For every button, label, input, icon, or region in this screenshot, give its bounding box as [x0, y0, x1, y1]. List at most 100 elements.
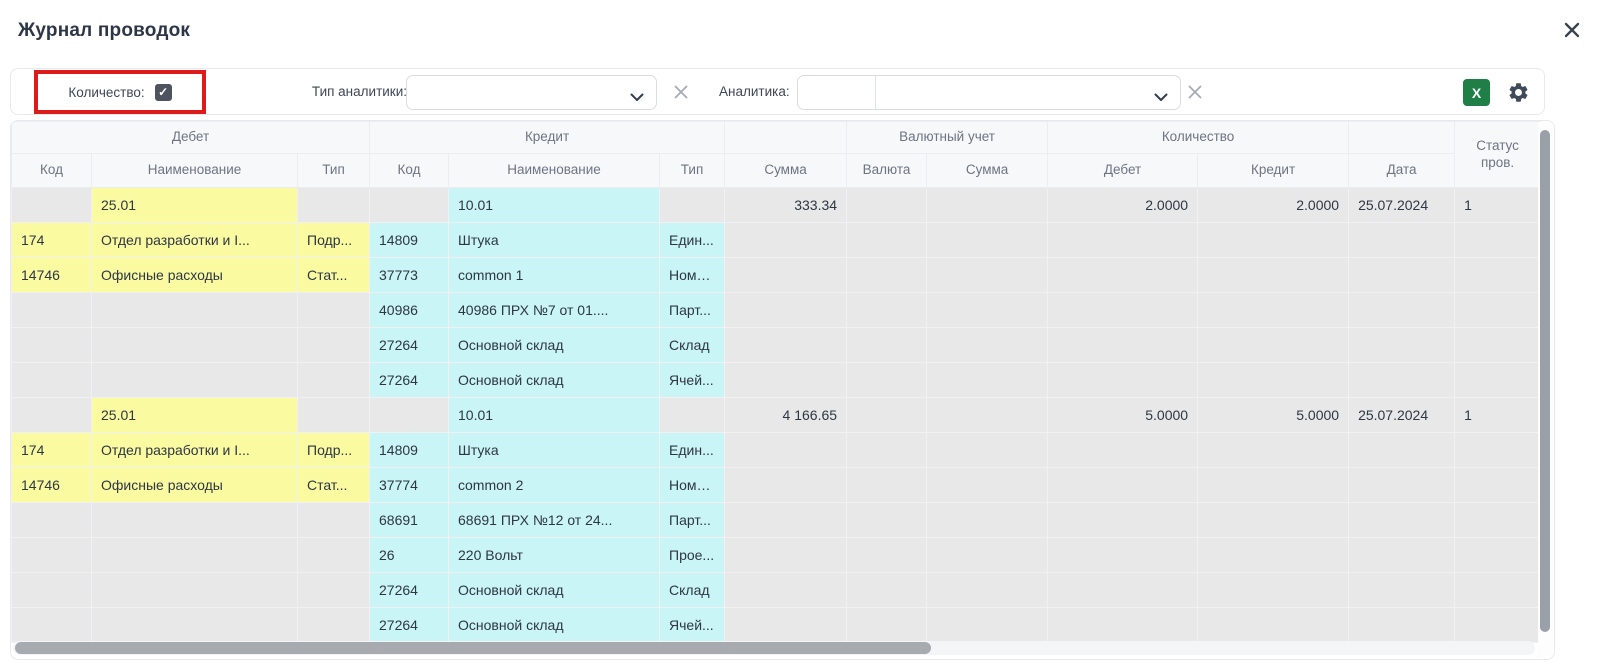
cell-date[interactable]	[1349, 258, 1455, 293]
cell-credit-name[interactable]: 10.01	[449, 188, 660, 223]
cell-debit-name[interactable]: Отдел разработки и I...	[92, 223, 298, 258]
cell-status[interactable]	[1455, 503, 1541, 538]
cell-currency[interactable]	[847, 328, 927, 363]
cell-date[interactable]: 25.07.2024	[1349, 188, 1455, 223]
cell-debit-code[interactable]	[12, 538, 92, 573]
cell-status[interactable]	[1455, 433, 1541, 468]
cell-qty-credit[interactable]	[1198, 258, 1349, 293]
cell-qty-debit[interactable]	[1048, 363, 1198, 398]
cell-status[interactable]	[1455, 608, 1541, 643]
cell-date[interactable]	[1349, 538, 1455, 573]
cell-currency-amount[interactable]	[927, 223, 1048, 258]
cell-currency-amount[interactable]	[927, 328, 1048, 363]
cell-currency[interactable]	[847, 293, 927, 328]
cell-debit-type[interactable]	[298, 188, 370, 223]
cell-credit-name[interactable]: Штука	[449, 223, 660, 258]
cell-credit-code[interactable]: 37773	[370, 258, 449, 293]
cell-currency-amount[interactable]	[927, 188, 1048, 223]
cell-credit-name[interactable]: Основной склад	[449, 328, 660, 363]
cell-debit-code[interactable]	[12, 293, 92, 328]
close-button[interactable]	[1560, 18, 1584, 42]
cell-debit-type[interactable]	[298, 328, 370, 363]
cell-debit-name[interactable]	[92, 608, 298, 643]
analytics-value-select[interactable]	[876, 76, 1180, 109]
cell-status[interactable]	[1455, 363, 1541, 398]
cell-debit-name[interactable]	[92, 328, 298, 363]
cell-currency-amount[interactable]	[927, 608, 1048, 643]
cell-credit-name[interactable]: Штука	[449, 433, 660, 468]
cell-qty-credit[interactable]	[1198, 538, 1349, 573]
cell-currency[interactable]	[847, 258, 927, 293]
cell-currency[interactable]	[847, 433, 927, 468]
cell-qty-credit[interactable]: 5.0000	[1198, 398, 1349, 433]
cell-currency[interactable]	[847, 608, 927, 643]
cell-date[interactable]	[1349, 433, 1455, 468]
cell-amount[interactable]	[725, 538, 847, 573]
cell-currency-amount[interactable]	[927, 363, 1048, 398]
cell-status[interactable]: 1	[1455, 188, 1541, 223]
cell-currency[interactable]	[847, 573, 927, 608]
cell-debit-type[interactable]	[298, 538, 370, 573]
cell-status[interactable]	[1455, 573, 1541, 608]
cell-debit-type[interactable]: Подр...	[298, 433, 370, 468]
cell-debit-type[interactable]	[298, 293, 370, 328]
cell-qty-debit[interactable]	[1048, 328, 1198, 363]
cell-qty-credit[interactable]	[1198, 328, 1349, 363]
cell-qty-debit[interactable]	[1048, 258, 1198, 293]
cell-debit-code[interactable]	[12, 573, 92, 608]
cell-debit-name[interactable]: 25.01	[92, 188, 298, 223]
cell-currency[interactable]	[847, 363, 927, 398]
cell-status[interactable]: 1	[1455, 398, 1541, 433]
cell-credit-name[interactable]: 10.01	[449, 398, 660, 433]
cell-debit-name[interactable]	[92, 538, 298, 573]
cell-qty-credit[interactable]	[1198, 503, 1349, 538]
cell-debit-code[interactable]	[12, 188, 92, 223]
cell-amount[interactable]	[725, 433, 847, 468]
cell-amount[interactable]	[725, 608, 847, 643]
cell-currency-amount[interactable]	[927, 433, 1048, 468]
clear-analytics-button[interactable]	[1187, 84, 1203, 100]
cell-currency-amount[interactable]	[927, 573, 1048, 608]
cell-debit-code[interactable]	[12, 363, 92, 398]
cell-currency[interactable]	[847, 538, 927, 573]
cell-credit-code[interactable]	[370, 398, 449, 433]
cell-date[interactable]	[1349, 328, 1455, 363]
cell-debit-type[interactable]	[298, 363, 370, 398]
horizontal-scrollbar-thumb[interactable]	[15, 642, 931, 654]
cell-qty-credit[interactable]	[1198, 468, 1349, 503]
cell-amount[interactable]	[725, 363, 847, 398]
cell-debit-name[interactable]	[92, 573, 298, 608]
cell-debit-code[interactable]: 14746	[12, 468, 92, 503]
cell-qty-debit[interactable]	[1048, 503, 1198, 538]
cell-credit-type[interactable]: Парт...	[660, 293, 725, 328]
cell-date[interactable]	[1349, 363, 1455, 398]
cell-credit-type[interactable]: Склад	[660, 328, 725, 363]
cell-credit-type[interactable]: Един...	[660, 223, 725, 258]
cell-debit-name[interactable]: 25.01	[92, 398, 298, 433]
cell-debit-name[interactable]: Офисные расходы	[92, 468, 298, 503]
cell-status[interactable]	[1455, 258, 1541, 293]
cell-credit-type[interactable]: Склад	[660, 573, 725, 608]
cell-debit-code[interactable]: 174	[12, 433, 92, 468]
cell-debit-name[interactable]	[92, 293, 298, 328]
cell-qty-debit[interactable]	[1048, 433, 1198, 468]
clear-analytics-type-button[interactable]	[673, 84, 689, 100]
cell-credit-type[interactable]: Парт...	[660, 503, 725, 538]
cell-credit-type[interactable]	[660, 398, 725, 433]
cell-credit-code[interactable]: 27264	[370, 608, 449, 643]
cell-debit-type[interactable]: Стат...	[298, 258, 370, 293]
cell-currency[interactable]	[847, 223, 927, 258]
cell-qty-credit[interactable]	[1198, 433, 1349, 468]
cell-qty-credit[interactable]	[1198, 363, 1349, 398]
cell-status[interactable]	[1455, 293, 1541, 328]
cell-credit-code[interactable]	[370, 188, 449, 223]
cell-debit-code[interactable]	[12, 328, 92, 363]
cell-credit-name[interactable]: Основной склад	[449, 608, 660, 643]
cell-status[interactable]	[1455, 328, 1541, 363]
cell-credit-name[interactable]: 220 Вольт	[449, 538, 660, 573]
cell-credit-type[interactable]: Номе...	[660, 258, 725, 293]
cell-credit-name[interactable]: 68691 ПРХ №12 от 24...	[449, 503, 660, 538]
cell-debit-type[interactable]	[298, 503, 370, 538]
cell-date[interactable]	[1349, 223, 1455, 258]
cell-currency[interactable]	[847, 188, 927, 223]
